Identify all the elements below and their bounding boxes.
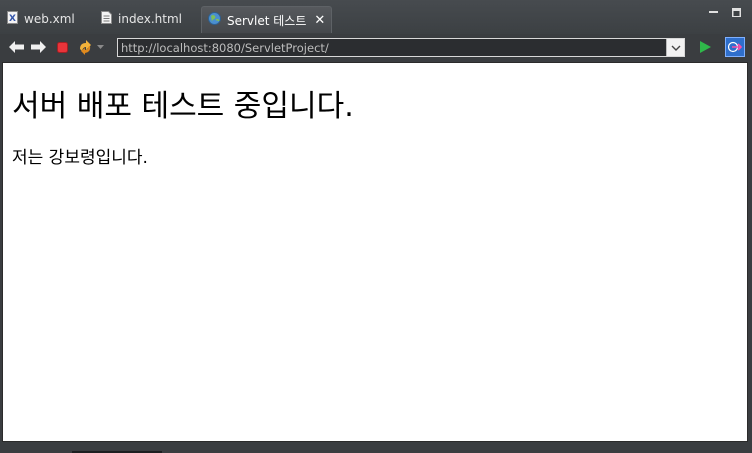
address-bar[interactable]: http://localhost:8080/ServletProject/	[117, 38, 685, 57]
status-bar	[0, 443, 752, 453]
close-icon[interactable]: ✕	[314, 13, 325, 28]
tab-label: index.html	[118, 12, 182, 26]
maximize-icon[interactable]	[732, 8, 741, 20]
xml-file-icon: X	[7, 11, 18, 27]
tab-label: Servlet 테스트	[227, 13, 307, 28]
html-file-icon	[101, 11, 112, 27]
page-paragraph: 저는 강보령입니다.	[12, 148, 148, 168]
url-input[interactable]: http://localhost:8080/ServletProject/	[118, 41, 666, 55]
forward-arrow-icon[interactable]	[29, 38, 47, 56]
back-arrow-icon[interactable]	[7, 38, 25, 56]
refresh-dropdown-icon[interactable]	[96, 38, 104, 56]
stop-icon[interactable]	[53, 38, 71, 56]
editor-tab-bar: X web.xml index.html Servlet 테스트 ✕	[0, 0, 752, 34]
svg-text:X: X	[9, 14, 16, 24]
refresh-icon[interactable]	[77, 38, 95, 56]
page-heading: 서버 배포 테스트 중입니다.	[12, 89, 354, 124]
tab-index-html[interactable]: index.html	[101, 6, 182, 32]
chevron-down-icon[interactable]	[666, 39, 684, 56]
globe-icon	[208, 12, 221, 28]
minimize-icon[interactable]	[709, 8, 718, 20]
browser-viewport: 서버 배포 테스트 중입니다. 저는 강보령입니다.	[2, 62, 748, 442]
go-icon[interactable]	[696, 38, 714, 56]
tab-servlet-test[interactable]: Servlet 테스트 ✕	[201, 6, 333, 33]
tab-label: web.xml	[24, 12, 75, 26]
external-browser-icon[interactable]	[725, 37, 745, 57]
tab-web-xml[interactable]: X web.xml	[7, 6, 75, 32]
